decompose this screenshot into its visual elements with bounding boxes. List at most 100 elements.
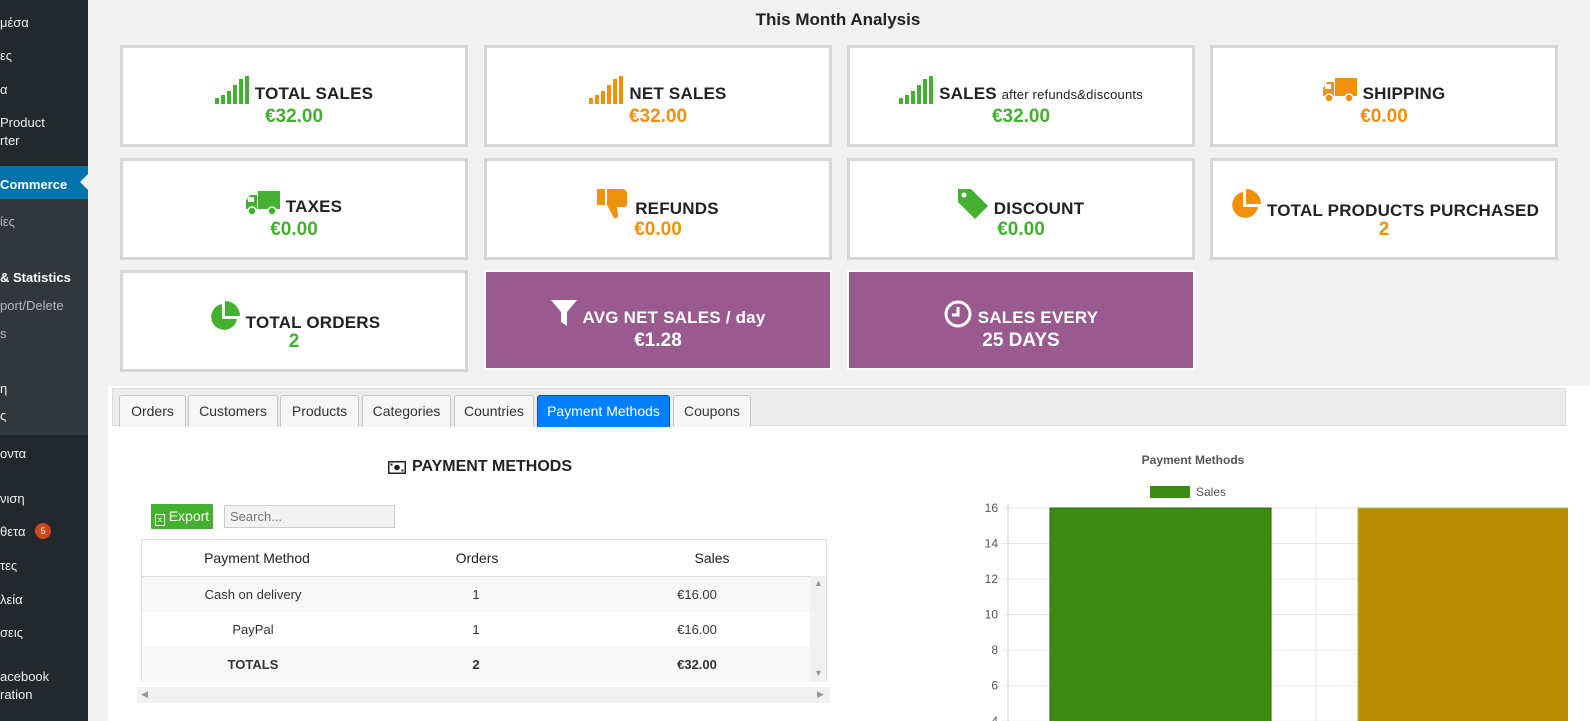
- excel-icon: x: [154, 514, 165, 526]
- sidebar-item[interactable]: Product: [0, 114, 88, 132]
- sidebar-item[interactable]: λεία: [0, 591, 88, 609]
- table-vertical-scrollbar[interactable]: ▲ ▼: [810, 576, 826, 682]
- tab-customers[interactable]: Customers: [188, 395, 278, 427]
- signal-bars-icon: [589, 76, 624, 104]
- card-label: AVG NET SALES / day: [582, 308, 766, 327]
- pie-chart-icon: [1232, 189, 1261, 218]
- card-label: SALES after refunds&discounts: [939, 84, 1143, 104]
- card-value: 25 DAYS: [982, 330, 1060, 351]
- card-value: €1.28: [634, 330, 682, 351]
- sidebar-item[interactable]: ration: [0, 686, 88, 704]
- payment-methods-title-text: PAYMENT METHODS: [412, 458, 573, 475]
- sidebar-item[interactable]: νιση: [0, 490, 88, 508]
- card-label: TOTAL PRODUCTS PURCHASED: [1266, 201, 1540, 220]
- card-total-products-purchased: TOTAL PRODUCTS PURCHASED 2: [1210, 158, 1558, 260]
- y-tick-label: 16: [985, 501, 999, 515]
- signal-bars-icon: [214, 76, 249, 104]
- table-row: PayPal 1 €16.00: [142, 612, 812, 647]
- card-value: €32.00: [991, 106, 1051, 127]
- reports-tabs-panel: Orders Customers Products Categories Cou…: [108, 386, 1590, 721]
- card-total-orders: TOTAL ORDERS 2: [120, 270, 468, 372]
- tab-categories[interactable]: Categories: [362, 395, 451, 427]
- y-tick-label: 6: [991, 679, 998, 693]
- card-label: REFUNDS: [635, 199, 719, 218]
- update-count-badge: 5: [35, 523, 51, 539]
- bar-cash-on-delivery[interactable]: [1049, 507, 1272, 721]
- payment-methods-chart: Payment Methods Sales 46810121416: [868, 446, 1568, 721]
- sidebar-item[interactable]: οντα: [0, 445, 88, 463]
- tab-bar: Orders Customers Products Categories Cou…: [112, 388, 1566, 427]
- sidebar-item[interactable]: port/Delete: [0, 297, 88, 315]
- card-sales-after-refunds: SALES after refunds&discounts €32.00: [847, 45, 1195, 147]
- tab-products[interactable]: Products: [280, 395, 359, 427]
- card-label-sub: after refunds&discounts: [1001, 87, 1143, 102]
- card-sales-every: SALES EVERY 25 DAYS: [847, 270, 1195, 370]
- y-tick-label: 10: [985, 608, 999, 622]
- signal-bars-icon: [899, 76, 934, 104]
- cell-sales: €16.00: [677, 622, 717, 637]
- card-value: €0.00: [997, 219, 1045, 240]
- export-label: Export: [168, 508, 210, 524]
- card-refunds: REFUNDS €0.00: [484, 158, 832, 260]
- table-horizontal-scrollbar[interactable]: ◀ ▶: [137, 687, 830, 703]
- tag-icon: [957, 189, 988, 219]
- scroll-up-icon[interactable]: ▲: [814, 578, 823, 588]
- tab-countries[interactable]: Countries: [454, 395, 534, 427]
- cell-payment-method: Cash on delivery: [204, 587, 302, 602]
- month-analysis-section: This Month Analysis TOTAL SALES €32.00 N…: [108, 0, 1590, 384]
- card-label: SALES EVERY: [977, 308, 1099, 327]
- sidebar-item[interactable]: μέσα: [0, 14, 88, 32]
- card-net-sales: NET SALES €32.00: [484, 45, 832, 147]
- truck-icon: [245, 191, 280, 216]
- chart-plot: 4 6 8 10 12 14 16: [985, 501, 1568, 721]
- card-label: TAXES: [285, 197, 343, 216]
- bar-paypal[interactable]: [1357, 507, 1568, 721]
- card-label-main: SALES: [939, 84, 997, 103]
- filter-icon: [550, 300, 577, 326]
- sidebar-submenu: [0, 199, 88, 435]
- tab-orders[interactable]: Orders: [119, 395, 186, 427]
- column-header-sales[interactable]: Sales: [582, 540, 842, 576]
- card-label: NET SALES: [629, 84, 727, 103]
- card-label: DISCOUNT: [993, 199, 1085, 218]
- sidebar-item[interactable]: acebook: [0, 668, 88, 686]
- sidebar-item[interactable]: α: [0, 81, 88, 99]
- tab-coupons[interactable]: Coupons: [673, 395, 751, 427]
- cell-orders: 1: [472, 622, 480, 637]
- sidebar-item[interactable]: τες: [0, 557, 88, 575]
- money-bill-icon: [388, 460, 406, 474]
- card-label: TOTAL ORDERS: [245, 313, 381, 332]
- sidebar-item[interactable]: ίες: [0, 213, 88, 231]
- card-value: €0.00: [270, 219, 318, 240]
- table-row: Cash on delivery 1 €16.00: [142, 577, 812, 612]
- card-value: €0.00: [1360, 106, 1408, 127]
- card-avg-net-sales: AVG NET SALES / day €1.28: [484, 270, 832, 370]
- export-button[interactable]: x Export: [151, 504, 213, 529]
- card-value: 2: [1378, 219, 1390, 240]
- sidebar-item[interactable]: σεις: [0, 624, 88, 642]
- sidebar-item[interactable]: ες: [0, 47, 88, 65]
- sidebar-item[interactable]: & Statistics: [0, 269, 88, 287]
- card-total-sales: TOTAL SALES €32.00: [120, 45, 468, 147]
- cell-orders: 1: [472, 587, 480, 602]
- clock-icon: [944, 300, 972, 328]
- sidebar-item[interactable]: η: [0, 380, 88, 398]
- payment-methods-table: Payment Method Orders Sales Cash on deli…: [141, 539, 827, 682]
- card-value: €32.00: [628, 106, 688, 127]
- sidebar-item[interactable]: rter: [0, 132, 88, 150]
- scroll-right-icon[interactable]: ▶: [817, 689, 824, 700]
- card-value: €0.00: [634, 219, 682, 240]
- card-label: SHIPPING: [1362, 84, 1446, 103]
- column-header-payment-method[interactable]: Payment Method: [142, 540, 372, 576]
- scroll-down-icon[interactable]: ▼: [814, 668, 823, 678]
- sidebar-item[interactable]: s: [0, 325, 88, 343]
- sidebar-item[interactable]: Commerce: [0, 176, 88, 194]
- tab-payment-methods[interactable]: Payment Methods: [537, 395, 670, 427]
- y-tick-label: 12: [985, 572, 999, 586]
- cell-orders: 2: [472, 657, 480, 672]
- sidebar-item[interactable]: ς: [0, 407, 88, 425]
- search-input[interactable]: [224, 505, 395, 528]
- column-header-orders[interactable]: Orders: [372, 540, 582, 576]
- cell-sales: €16.00: [677, 587, 717, 602]
- scroll-left-icon[interactable]: ◀: [141, 689, 148, 700]
